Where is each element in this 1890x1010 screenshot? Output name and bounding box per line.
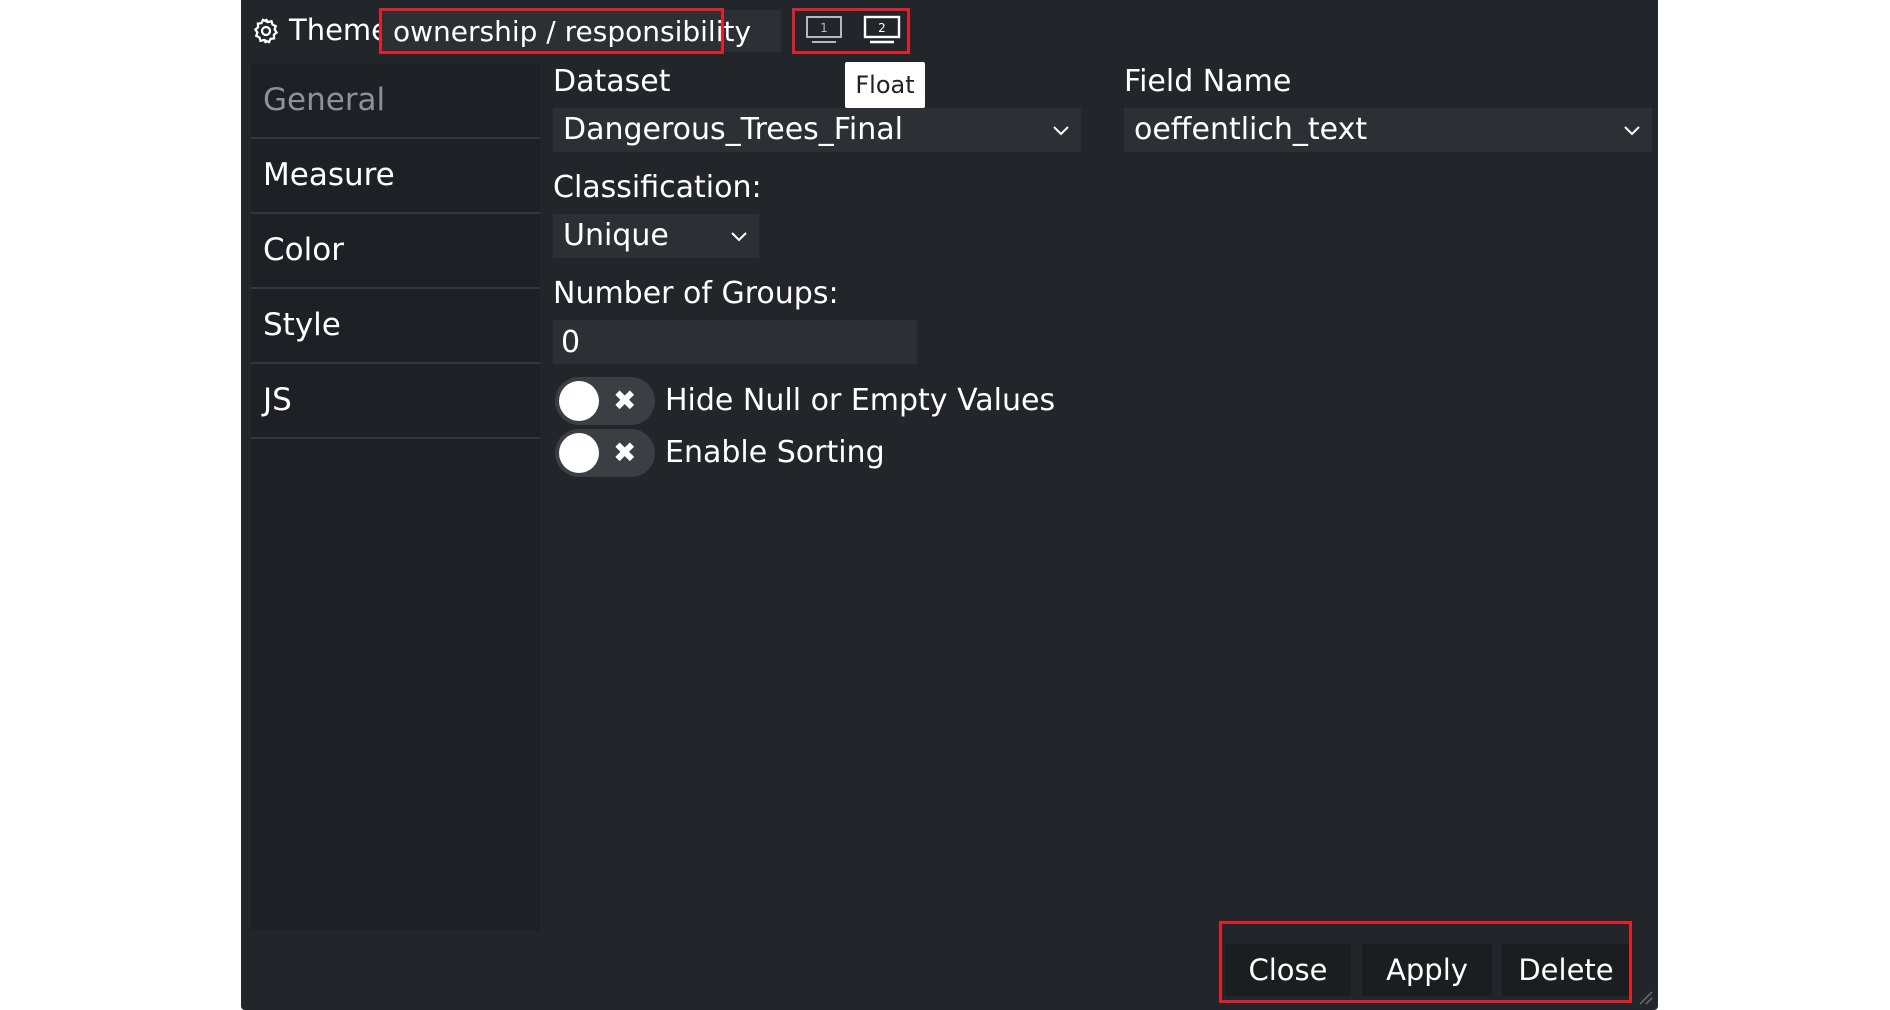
close-icon: ✖ [613, 436, 637, 469]
classification-select[interactable]: Unique [553, 214, 759, 258]
chevron-down-icon [731, 232, 747, 242]
classification-value: Unique [563, 218, 669, 253]
dataset-select[interactable]: Dangerous_Trees_Final [553, 108, 1081, 152]
sidebar-item-general[interactable]: General [251, 64, 540, 139]
field-name-select[interactable]: oeffentlich_text [1124, 108, 1652, 152]
dataset-label: Dataset [553, 64, 671, 99]
gear-icon [253, 18, 279, 44]
theme-label: Theme [289, 13, 390, 47]
resize-handle-icon[interactable] [1636, 988, 1654, 1006]
toggle-knob [559, 381, 599, 421]
hide-null-label: Hide Null or Empty Values [665, 383, 1056, 418]
monitor-2-icon: 2 [863, 15, 901, 44]
delete-button[interactable]: Delete [1502, 944, 1630, 996]
chevron-down-icon [1053, 126, 1069, 136]
monitor-2-button[interactable]: 2 [862, 14, 902, 46]
monitor-1-icon: 1 [806, 16, 842, 43]
apply-button[interactable]: Apply [1362, 944, 1492, 996]
theme-name-input[interactable] [381, 10, 781, 52]
title-bar: Theme 1 2 [241, 0, 1658, 60]
groups-input[interactable] [553, 320, 917, 364]
close-button[interactable]: Close [1225, 944, 1351, 996]
classification-label: Classification: [553, 170, 762, 205]
monitor-1-number: 1 [820, 21, 828, 35]
chevron-down-icon [1624, 126, 1640, 136]
field-name-label: Field Name [1124, 64, 1292, 99]
close-icon: ✖ [613, 384, 637, 417]
hide-null-toggle[interactable]: ✖ [555, 377, 655, 425]
sidebar-item-color[interactable]: Color [251, 214, 540, 289]
groups-label: Number of Groups: [553, 276, 839, 311]
sidebar-item-style[interactable]: Style [251, 289, 540, 364]
sidebar: General Measure Color Style JS [251, 64, 540, 930]
sidebar-item-measure[interactable]: Measure [251, 139, 540, 214]
sidebar-item-js[interactable]: JS [251, 364, 540, 439]
dataset-value: Dangerous_Trees_Final [563, 112, 903, 147]
theme-dialog: Theme 1 2 Float General Measure Color St… [241, 0, 1658, 1010]
float-tooltip: Float [845, 62, 925, 108]
enable-sorting-toggle[interactable]: ✖ [555, 429, 655, 477]
monitor-2-number: 2 [878, 21, 886, 35]
monitor-1-button[interactable]: 1 [804, 14, 844, 46]
toggle-knob [559, 433, 599, 473]
enable-sorting-label: Enable Sorting [665, 435, 885, 470]
field-name-value: oeffentlich_text [1134, 112, 1368, 147]
